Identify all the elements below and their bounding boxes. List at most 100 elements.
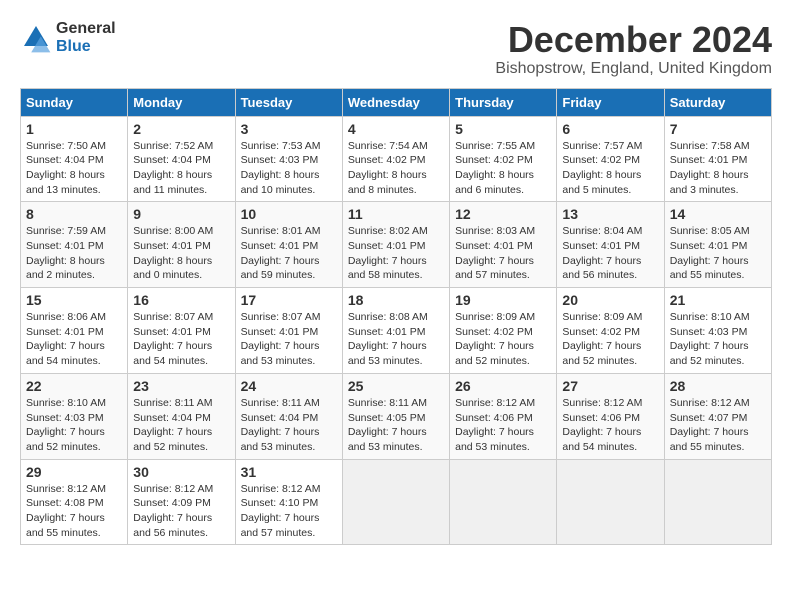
day-info: Sunrise: 8:07 AM Sunset: 4:01 PM Dayligh… (133, 310, 229, 369)
empty-cell (664, 459, 771, 545)
day-number: 25 (348, 378, 444, 394)
calendar-day-16: 16Sunrise: 8:07 AM Sunset: 4:01 PM Dayli… (128, 288, 235, 374)
day-info: Sunrise: 8:06 AM Sunset: 4:01 PM Dayligh… (26, 310, 122, 369)
day-info: Sunrise: 7:50 AM Sunset: 4:04 PM Dayligh… (26, 139, 122, 198)
weekday-header-tuesday: Tuesday (235, 88, 342, 116)
weekday-header-row: SundayMondayTuesdayWednesdayThursdayFrid… (21, 88, 772, 116)
calendar-body: 1 Sunrise: 7:50 AM Sunset: 4:04 PM Daylig… (21, 116, 772, 545)
calendar-day-17: 17 Sunrise: 8:07 AM Sunset: 4:01 PM Dayli… (235, 288, 342, 374)
day-number: 9 (133, 206, 229, 222)
day-info: Sunrise: 7:54 AM Sunset: 4:02 PM Dayligh… (348, 139, 444, 198)
calendar-day-7: 7 Sunrise: 7:58 AM Sunset: 4:01 PM Daylig… (664, 116, 771, 202)
calendar-day-19: 19 Sunrise: 8:09 AM Sunset: 4:02 PM Dayli… (450, 288, 557, 374)
day-info: Sunrise: 8:02 AM Sunset: 4:01 PM Dayligh… (348, 224, 444, 283)
calendar-day-14: 14Sunrise: 8:05 AM Sunset: 4:01 PM Dayli… (664, 202, 771, 288)
day-number: 17 (241, 292, 337, 308)
calendar-week-4: 22 Sunrise: 8:10 AM Sunset: 4:03 PM Dayli… (21, 373, 772, 459)
day-number: 20 (562, 292, 658, 308)
day-number: 27 (562, 378, 658, 394)
calendar-day-21: 21Sunrise: 8:10 AM Sunset: 4:03 PM Dayli… (664, 288, 771, 374)
weekday-header-wednesday: Wednesday (342, 88, 449, 116)
calendar-day-20: 20 Sunrise: 8:09 AM Sunset: 4:02 PM Dayli… (557, 288, 664, 374)
day-info: Sunrise: 8:04 AM Sunset: 4:01 PM Dayligh… (562, 224, 658, 283)
day-number: 2 (133, 121, 229, 137)
day-info: Sunrise: 8:08 AM Sunset: 4:01 PM Dayligh… (348, 310, 444, 369)
day-info: Sunrise: 8:11 AM Sunset: 4:04 PM Dayligh… (133, 396, 229, 455)
calendar-day-4: 4Sunrise: 7:54 AM Sunset: 4:02 PM Daylig… (342, 116, 449, 202)
day-number: 11 (348, 206, 444, 222)
subtitle: Bishopstrow, England, United Kingdom (495, 60, 772, 78)
day-number: 8 (26, 206, 122, 222)
day-number: 30 (133, 464, 229, 480)
calendar-day-5: 5Sunrise: 7:55 AM Sunset: 4:02 PM Daylig… (450, 116, 557, 202)
day-info: Sunrise: 8:11 AM Sunset: 4:04 PM Dayligh… (241, 396, 337, 455)
calendar-week-5: 29 Sunrise: 8:12 AM Sunset: 4:08 PM Dayli… (21, 459, 772, 545)
calendar-day-30: 30 Sunrise: 8:12 AM Sunset: 4:09 PM Dayli… (128, 459, 235, 545)
day-number: 19 (455, 292, 551, 308)
calendar-day-9: 9Sunrise: 8:00 AM Sunset: 4:01 PM Daylig… (128, 202, 235, 288)
calendar-day-18: 18 Sunrise: 8:08 AM Sunset: 4:01 PM Dayli… (342, 288, 449, 374)
day-number: 13 (562, 206, 658, 222)
calendar-day-24: 24 Sunrise: 8:11 AM Sunset: 4:04 PM Dayli… (235, 373, 342, 459)
main-title: December 2024 (495, 20, 772, 60)
calendar-day-3: 3 Sunrise: 7:53 AM Sunset: 4:03 PM Daylig… (235, 116, 342, 202)
day-info: Sunrise: 8:12 AM Sunset: 4:09 PM Dayligh… (133, 482, 229, 541)
logo-icon (20, 22, 52, 54)
day-info: Sunrise: 8:03 AM Sunset: 4:01 PM Dayligh… (455, 224, 551, 283)
calendar-day-27: 27Sunrise: 8:12 AM Sunset: 4:06 PM Dayli… (557, 373, 664, 459)
calendar-day-25: 25 Sunrise: 8:11 AM Sunset: 4:05 PM Dayli… (342, 373, 449, 459)
logo-text: General Blue (56, 20, 116, 56)
day-info: Sunrise: 7:58 AM Sunset: 4:01 PM Dayligh… (670, 139, 766, 198)
day-info: Sunrise: 7:55 AM Sunset: 4:02 PM Dayligh… (455, 139, 551, 198)
day-number: 3 (241, 121, 337, 137)
day-info: Sunrise: 8:12 AM Sunset: 4:06 PM Dayligh… (455, 396, 551, 455)
calendar-day-8: 8Sunrise: 7:59 AM Sunset: 4:01 PM Daylig… (21, 202, 128, 288)
day-info: Sunrise: 8:12 AM Sunset: 4:07 PM Dayligh… (670, 396, 766, 455)
calendar-day-2: 2 Sunrise: 7:52 AM Sunset: 4:04 PM Daylig… (128, 116, 235, 202)
empty-cell (342, 459, 449, 545)
day-number: 7 (670, 121, 766, 137)
empty-cell (557, 459, 664, 545)
calendar-week-1: 1 Sunrise: 7:50 AM Sunset: 4:04 PM Daylig… (21, 116, 772, 202)
day-number: 26 (455, 378, 551, 394)
calendar-day-13: 13 Sunrise: 8:04 AM Sunset: 4:01 PM Dayli… (557, 202, 664, 288)
day-info: Sunrise: 8:11 AM Sunset: 4:05 PM Dayligh… (348, 396, 444, 455)
logo: General Blue (20, 20, 116, 56)
empty-cell (450, 459, 557, 545)
day-number: 12 (455, 206, 551, 222)
calendar-day-22: 22 Sunrise: 8:10 AM Sunset: 4:03 PM Dayli… (21, 373, 128, 459)
day-info: Sunrise: 8:05 AM Sunset: 4:01 PM Dayligh… (670, 224, 766, 283)
day-info: Sunrise: 7:57 AM Sunset: 4:02 PM Dayligh… (562, 139, 658, 198)
day-number: 10 (241, 206, 337, 222)
day-number: 28 (670, 378, 766, 394)
day-info: Sunrise: 8:07 AM Sunset: 4:01 PM Dayligh… (241, 310, 337, 369)
day-number: 18 (348, 292, 444, 308)
weekday-header-saturday: Saturday (664, 88, 771, 116)
page-header: General Blue December 2024 Bishopstrow, … (20, 20, 772, 78)
weekday-header-friday: Friday (557, 88, 664, 116)
calendar-day-11: 11 Sunrise: 8:02 AM Sunset: 4:01 PM Dayli… (342, 202, 449, 288)
day-number: 29 (26, 464, 122, 480)
calendar-day-10: 10Sunrise: 8:01 AM Sunset: 4:01 PM Dayli… (235, 202, 342, 288)
day-info: Sunrise: 8:09 AM Sunset: 4:02 PM Dayligh… (562, 310, 658, 369)
day-number: 15 (26, 292, 122, 308)
calendar-day-26: 26 Sunrise: 8:12 AM Sunset: 4:06 PM Dayli… (450, 373, 557, 459)
calendar-day-15: 15 Sunrise: 8:06 AM Sunset: 4:01 PM Dayli… (21, 288, 128, 374)
calendar-table: SundayMondayTuesdayWednesdayThursdayFrid… (20, 88, 772, 546)
calendar-week-3: 15 Sunrise: 8:06 AM Sunset: 4:01 PM Dayli… (21, 288, 772, 374)
day-number: 1 (26, 121, 122, 137)
calendar-day-28: 28 Sunrise: 8:12 AM Sunset: 4:07 PM Dayli… (664, 373, 771, 459)
day-info: Sunrise: 7:52 AM Sunset: 4:04 PM Dayligh… (133, 139, 229, 198)
day-info: Sunrise: 8:09 AM Sunset: 4:02 PM Dayligh… (455, 310, 551, 369)
day-number: 22 (26, 378, 122, 394)
day-number: 23 (133, 378, 229, 394)
day-info: Sunrise: 8:12 AM Sunset: 4:08 PM Dayligh… (26, 482, 122, 541)
day-number: 24 (241, 378, 337, 394)
day-info: Sunrise: 8:12 AM Sunset: 4:10 PM Dayligh… (241, 482, 337, 541)
weekday-header-monday: Monday (128, 88, 235, 116)
calendar-day-12: 12 Sunrise: 8:03 AM Sunset: 4:01 PM Dayli… (450, 202, 557, 288)
weekday-header-sunday: Sunday (21, 88, 128, 116)
calendar-day-6: 6Sunrise: 7:57 AM Sunset: 4:02 PM Daylig… (557, 116, 664, 202)
day-info: Sunrise: 7:53 AM Sunset: 4:03 PM Dayligh… (241, 139, 337, 198)
day-info: Sunrise: 8:10 AM Sunset: 4:03 PM Dayligh… (26, 396, 122, 455)
